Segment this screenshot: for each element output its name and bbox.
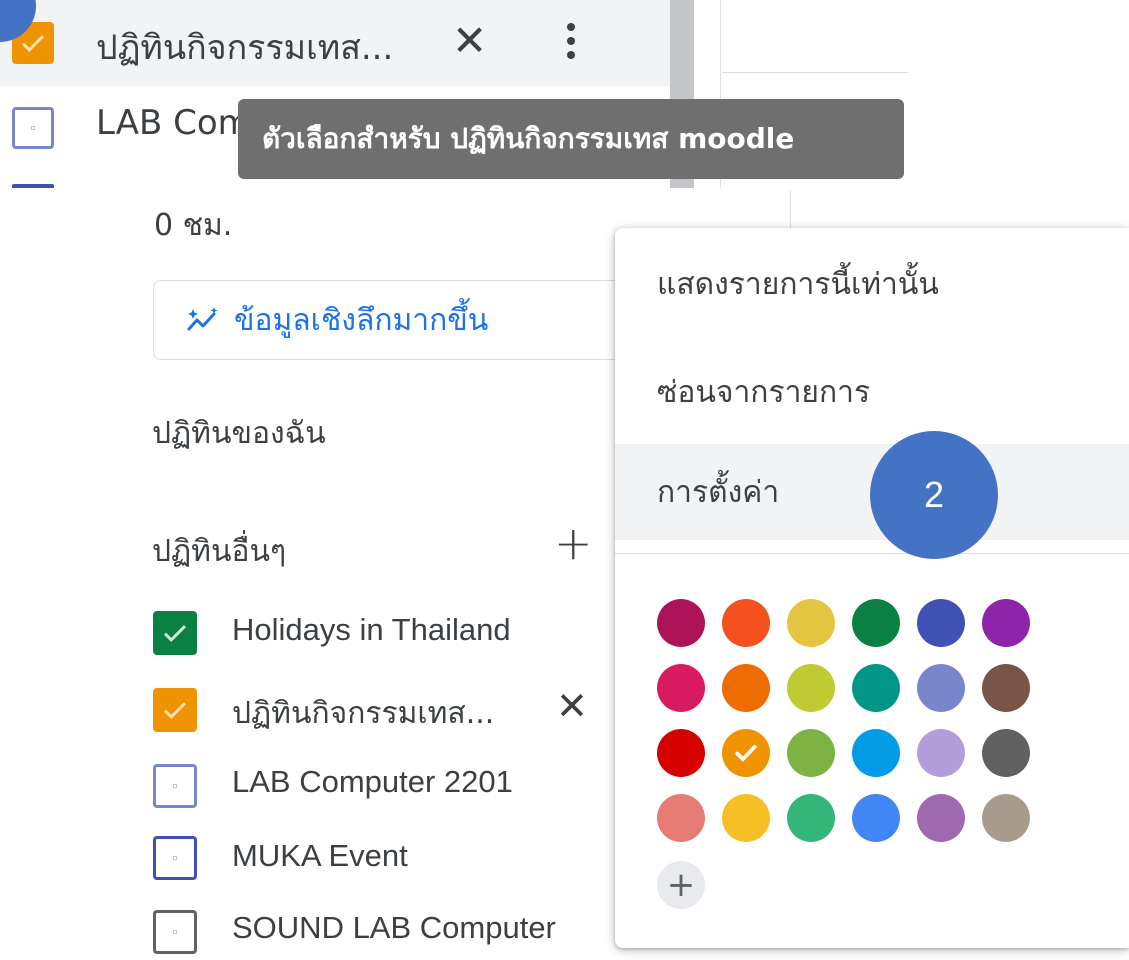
color-swatch[interactable]	[722, 794, 770, 842]
calendar-label: Holidays in Thailand	[232, 612, 511, 647]
color-swatch[interactable]	[982, 664, 1030, 712]
more-insights-button[interactable]: ข้อมูลเชิงลึกมากขึ้น	[153, 280, 673, 360]
color-swatch[interactable]	[852, 664, 900, 712]
calendar-label: MUKA Event	[232, 838, 408, 873]
menu-item-label: ซ่อนจากรายการ	[657, 374, 871, 410]
color-swatch[interactable]	[657, 729, 705, 777]
other-calendars-heading[interactable]: ปฏิทินอื่นๆ	[152, 528, 286, 575]
hours-summary: 0 ชม.	[154, 208, 233, 243]
color-swatch[interactable]	[917, 599, 965, 647]
color-swatch[interactable]	[852, 729, 900, 777]
more-options-icon[interactable]	[567, 23, 575, 65]
calendar-checkbox[interactable]	[153, 764, 197, 808]
color-swatch[interactable]	[917, 664, 965, 712]
divider	[790, 190, 791, 230]
calendar-label: LAB Computer 2201	[232, 764, 513, 799]
menu-item-hide-from-list[interactable]: ซ่อนจากรายการ	[615, 344, 1129, 440]
menu-item-label: การตั้งค่า	[657, 474, 780, 510]
color-swatch[interactable]	[722, 729, 770, 777]
menu-item-label: แสดงรายการนี้เท่านั้น	[657, 266, 939, 302]
color-swatch[interactable]	[917, 729, 965, 777]
color-swatch[interactable]	[787, 664, 835, 712]
divider	[615, 553, 1129, 554]
calendar-checkbox[interactable]	[153, 910, 197, 954]
close-icon[interactable]: ✕	[452, 20, 487, 62]
color-swatch[interactable]	[787, 794, 835, 842]
calendar-label: ปฏิทินกิจกรรมเทส...	[232, 696, 495, 731]
calendar-checkbox[interactable]	[153, 611, 197, 655]
close-icon[interactable]: ✕	[556, 687, 588, 725]
color-swatch[interactable]	[657, 599, 705, 647]
divider	[722, 72, 908, 73]
color-swatch[interactable]	[657, 664, 705, 712]
step-number: 2	[923, 474, 945, 515]
color-swatch[interactable]	[722, 664, 770, 712]
calendar-checkbox[interactable]	[153, 688, 197, 732]
calendar-label: SOUND LAB Computer	[232, 910, 556, 945]
insights-icon	[187, 307, 218, 331]
color-swatch[interactable]	[982, 794, 1030, 842]
color-swatch[interactable]	[852, 599, 900, 647]
color-swatch[interactable]	[852, 794, 900, 842]
calendar-label: ปฏิทินกิจกรรมเทส...	[96, 28, 394, 68]
check-icon	[735, 744, 757, 762]
add-calendar-icon[interactable]: +	[554, 520, 593, 566]
check-icon	[163, 625, 187, 642]
step-marker: 2	[870, 431, 998, 559]
add-custom-color-icon[interactable]: +	[657, 861, 705, 909]
color-swatch[interactable]	[982, 729, 1030, 777]
color-swatch[interactable]	[787, 599, 835, 647]
color-swatch[interactable]	[917, 794, 965, 842]
menu-item-display-only[interactable]: แสดงรายการนี้เท่านั้น	[615, 236, 1129, 332]
tooltip-text: ตัวเลือกสำหรับ ปฏิทินกิจกรรมเทส moodle	[262, 122, 795, 155]
calendar-checkbox-partial	[12, 184, 54, 188]
color-swatch[interactable]	[787, 729, 835, 777]
check-icon	[163, 702, 187, 719]
my-calendars-heading[interactable]: ปฏิทินของฉัน	[152, 410, 326, 457]
calendar-options-menu: แสดงรายการนี้เท่านั้น ซ่อนจากรายการ การต…	[615, 228, 1129, 948]
color-swatch[interactable]	[722, 599, 770, 647]
color-swatch[interactable]	[982, 599, 1030, 647]
color-swatch[interactable]	[657, 794, 705, 842]
calendar-checkbox[interactable]	[153, 836, 197, 880]
tooltip: ตัวเลือกสำหรับ ปฏิทินกิจกรรมเทส moodle	[238, 99, 904, 179]
calendar-checkbox[interactable]	[12, 107, 54, 149]
more-insights-label: ข้อมูลเชิงลึกมากขึ้น	[234, 302, 489, 338]
